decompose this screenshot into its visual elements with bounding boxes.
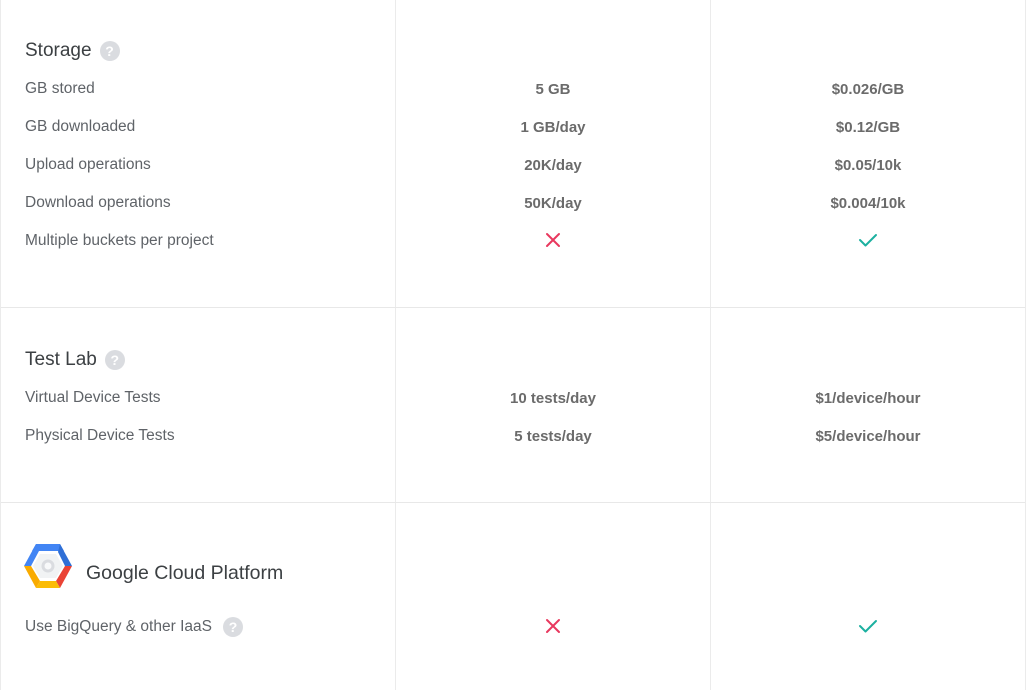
help-icon[interactable]: ? — [104, 350, 125, 370]
paid-value-virtual-device-tests: $1/device/hour — [815, 390, 921, 407]
row-label-virtual-device-tests: Virtual Device Tests — [25, 389, 161, 406]
paid-value-physical-device-tests: $5/device/hour — [815, 428, 921, 445]
free-value-virtual-device-tests: 10 tests/day — [510, 390, 596, 407]
row-label-download-operations: Download operations — [25, 194, 171, 211]
gcp-title: Google Cloud Platform — [86, 562, 284, 584]
help-icon[interactable]: ? — [99, 41, 120, 61]
row-label-gb-downloaded: GB downloaded — [25, 118, 136, 135]
column-divider — [395, 503, 396, 690]
help-icon[interactable]: ? — [222, 617, 243, 637]
row-label-multiple-buckets: Multiple buckets per project — [25, 232, 214, 249]
check-icon — [711, 616, 1025, 636]
row-label-bigquery: Use BigQuery & other IaaS ? — [25, 617, 243, 637]
row-label-bigquery-text: Use BigQuery & other IaaS — [25, 618, 212, 635]
google-cloud-platform-logo — [23, 543, 73, 589]
free-value-gb-stored: 5 GB — [535, 81, 571, 98]
test-lab-title-text: Test Lab — [25, 349, 97, 370]
pricing-table: Storage ? GB stored 5 GB $0.026/GB GB do… — [0, 0, 1026, 690]
cross-icon — [396, 230, 710, 250]
storage-section: Storage ? GB stored 5 GB $0.026/GB GB do… — [1, 0, 1025, 308]
test-lab-section: Test Lab ? Virtual Device Tests 10 tests… — [1, 308, 1025, 503]
free-value-gb-downloaded: 1 GB/day — [520, 119, 586, 136]
test-lab-title: Test Lab ? — [25, 349, 125, 371]
row-label-physical-device-tests: Physical Device Tests — [25, 427, 175, 444]
cross-icon — [396, 616, 710, 636]
storage-title-text: Storage — [25, 40, 92, 61]
free-value-upload-operations: 20K/day — [524, 157, 582, 174]
paid-value-gb-downloaded: $0.12/GB — [835, 119, 901, 136]
check-icon — [711, 230, 1025, 250]
column-divider — [395, 0, 396, 307]
paid-value-download-operations: $0.004/10k — [830, 195, 906, 212]
paid-value-gb-stored: $0.026/GB — [831, 81, 905, 98]
storage-title: Storage ? — [25, 40, 120, 62]
gcp-section: Google Cloud Platform Use BigQuery & oth… — [1, 503, 1025, 690]
column-divider — [710, 0, 711, 307]
free-value-download-operations: 50K/day — [524, 195, 582, 212]
row-label-upload-operations: Upload operations — [25, 156, 151, 173]
free-value-physical-device-tests: 5 tests/day — [514, 428, 592, 445]
row-label-gb-stored: GB stored — [25, 80, 95, 97]
paid-value-upload-operations: $0.05/10k — [834, 157, 902, 174]
column-divider — [710, 503, 711, 690]
